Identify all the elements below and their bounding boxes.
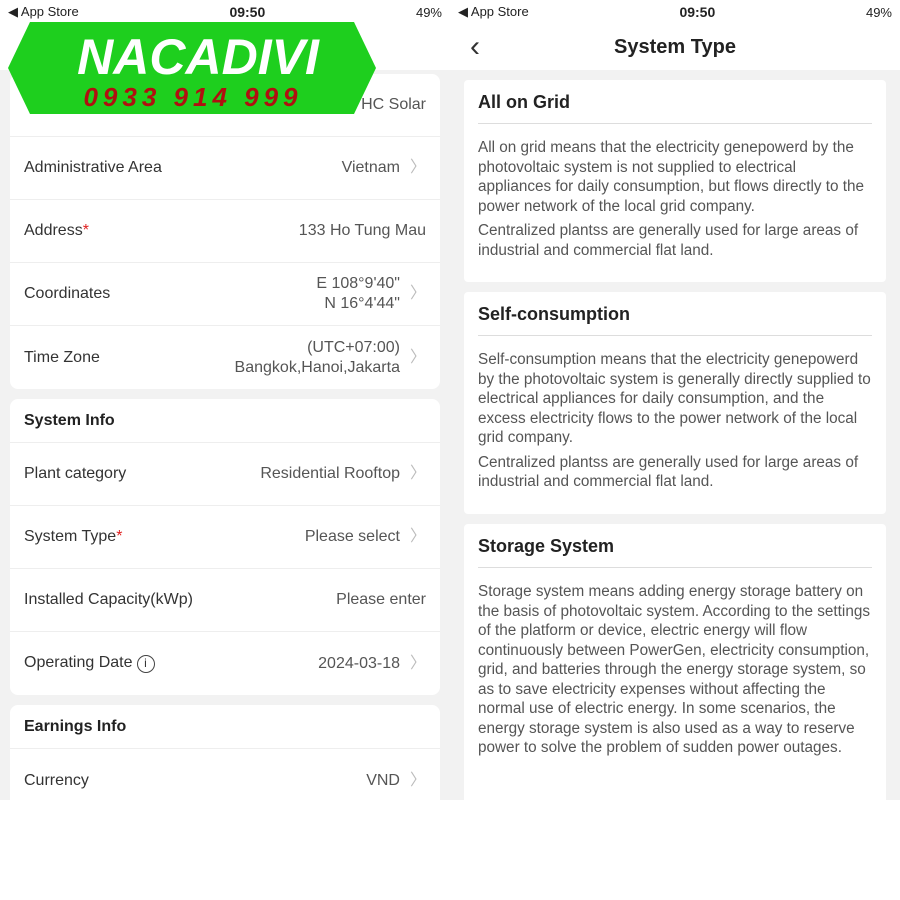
- nav-bar: ‹ System Type: [450, 24, 900, 70]
- chevron-right-icon: 〉: [409, 771, 426, 789]
- earnings-info-card: Earnings Info Currency VND 〉: [10, 705, 440, 800]
- chevron-right-icon: 〉: [409, 348, 426, 366]
- section-title: Earnings Info: [10, 705, 440, 749]
- battery-level: 49%: [865, 4, 892, 20]
- svg-text:0933 914 999: 0933 914 999: [83, 82, 302, 112]
- status-bar: ◀ App Store 09:50 49%: [0, 0, 450, 24]
- battery-level: 49%: [415, 4, 442, 20]
- chevron-right-icon: 〉: [409, 465, 426, 482]
- system-type-screen: ◀ App Store 09:50 49% ‹ System Type All …: [450, 0, 900, 800]
- currency-row[interactable]: Currency VND 〉: [10, 749, 440, 800]
- chevron-right-icon: 〉: [409, 159, 426, 176]
- address-row[interactable]: Address* 133 Ho Tung Mau: [10, 200, 440, 263]
- time-zone-row[interactable]: Time Zone (UTC+07:00) Bangkok,Hanoi,Jakart…: [10, 326, 440, 389]
- coordinates-row[interactable]: Coordinates E 108°9'40" N 16°4'44" 〉: [10, 263, 440, 326]
- page-title: System Type: [614, 35, 736, 58]
- plant-form-screen: ◀ App Store 09:50 49% HC Solar Administr…: [0, 0, 450, 800]
- location-card: HC Solar Administrative Area Vietnam 〉 Add…: [10, 74, 440, 389]
- info-icon[interactable]: i: [136, 655, 155, 673]
- address-input[interactable]: 133 Ho Tung Mau: [299, 221, 426, 241]
- status-bar: ◀ App Store 09:50 49%: [450, 0, 900, 24]
- option-storage-system[interactable]: Storage System Storage system means addi…: [464, 524, 886, 800]
- back-chevron-icon[interactable]: ‹: [470, 30, 480, 64]
- back-to-app-store[interactable]: ◀ App Store: [8, 4, 79, 20]
- clock: 09:50: [679, 4, 716, 20]
- installed-capacity-row[interactable]: Installed Capacity(kWp) Please enter: [10, 569, 440, 632]
- nacadivi-logo: NACADIVI 0933 914 999: [8, 22, 376, 114]
- system-type-row[interactable]: System Type* Please select 〉: [10, 506, 440, 569]
- installed-capacity-input[interactable]: Please enter: [336, 590, 426, 610]
- chevron-right-icon: 〉: [409, 654, 426, 672]
- chevron-right-icon: 〉: [409, 528, 426, 545]
- operating-date-row[interactable]: Operating Date i 2024-03-18 〉: [10, 632, 440, 695]
- option-all-on-grid[interactable]: All on Grid All on grid means that the e…: [464, 80, 886, 282]
- back-to-app-store[interactable]: ◀ App Store: [458, 4, 529, 20]
- system-info-card: System Info Plant category Residential Ro…: [10, 399, 440, 695]
- section-title: System Info: [10, 399, 440, 443]
- plant-category-row[interactable]: Plant category Residential Rooftop 〉: [10, 443, 440, 506]
- option-self-consumption[interactable]: Self-consumption Self-consumption means …: [464, 292, 886, 514]
- administrative-area-row[interactable]: Administrative Area Vietnam 〉: [10, 137, 440, 200]
- clock: 09:50: [229, 4, 266, 20]
- chevron-right-icon: 〉: [409, 285, 426, 302]
- svg-text:NACADIVI: NACADIVI: [77, 29, 320, 85]
